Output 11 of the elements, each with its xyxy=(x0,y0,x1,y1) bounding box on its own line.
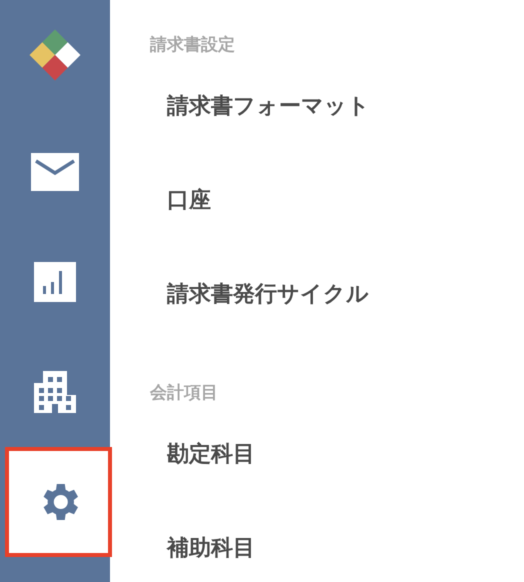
section-heading: 会計項目 xyxy=(150,382,219,405)
nav-item[interactable] xyxy=(5,447,112,557)
mail-icon xyxy=(31,153,79,191)
menu-item[interactable]: 補助科目 xyxy=(167,529,255,569)
section-heading: 請求書設定 xyxy=(150,34,236,57)
menu-item[interactable]: 勘定科目 xyxy=(167,435,255,475)
menu-item[interactable]: 請求書フォーマット xyxy=(167,87,370,127)
chart-icon xyxy=(34,262,76,302)
menu-item[interactable]: 口座 xyxy=(167,181,211,221)
building-icon xyxy=(34,371,76,413)
menu-item[interactable]: 請求書発行サイクル xyxy=(167,275,369,315)
